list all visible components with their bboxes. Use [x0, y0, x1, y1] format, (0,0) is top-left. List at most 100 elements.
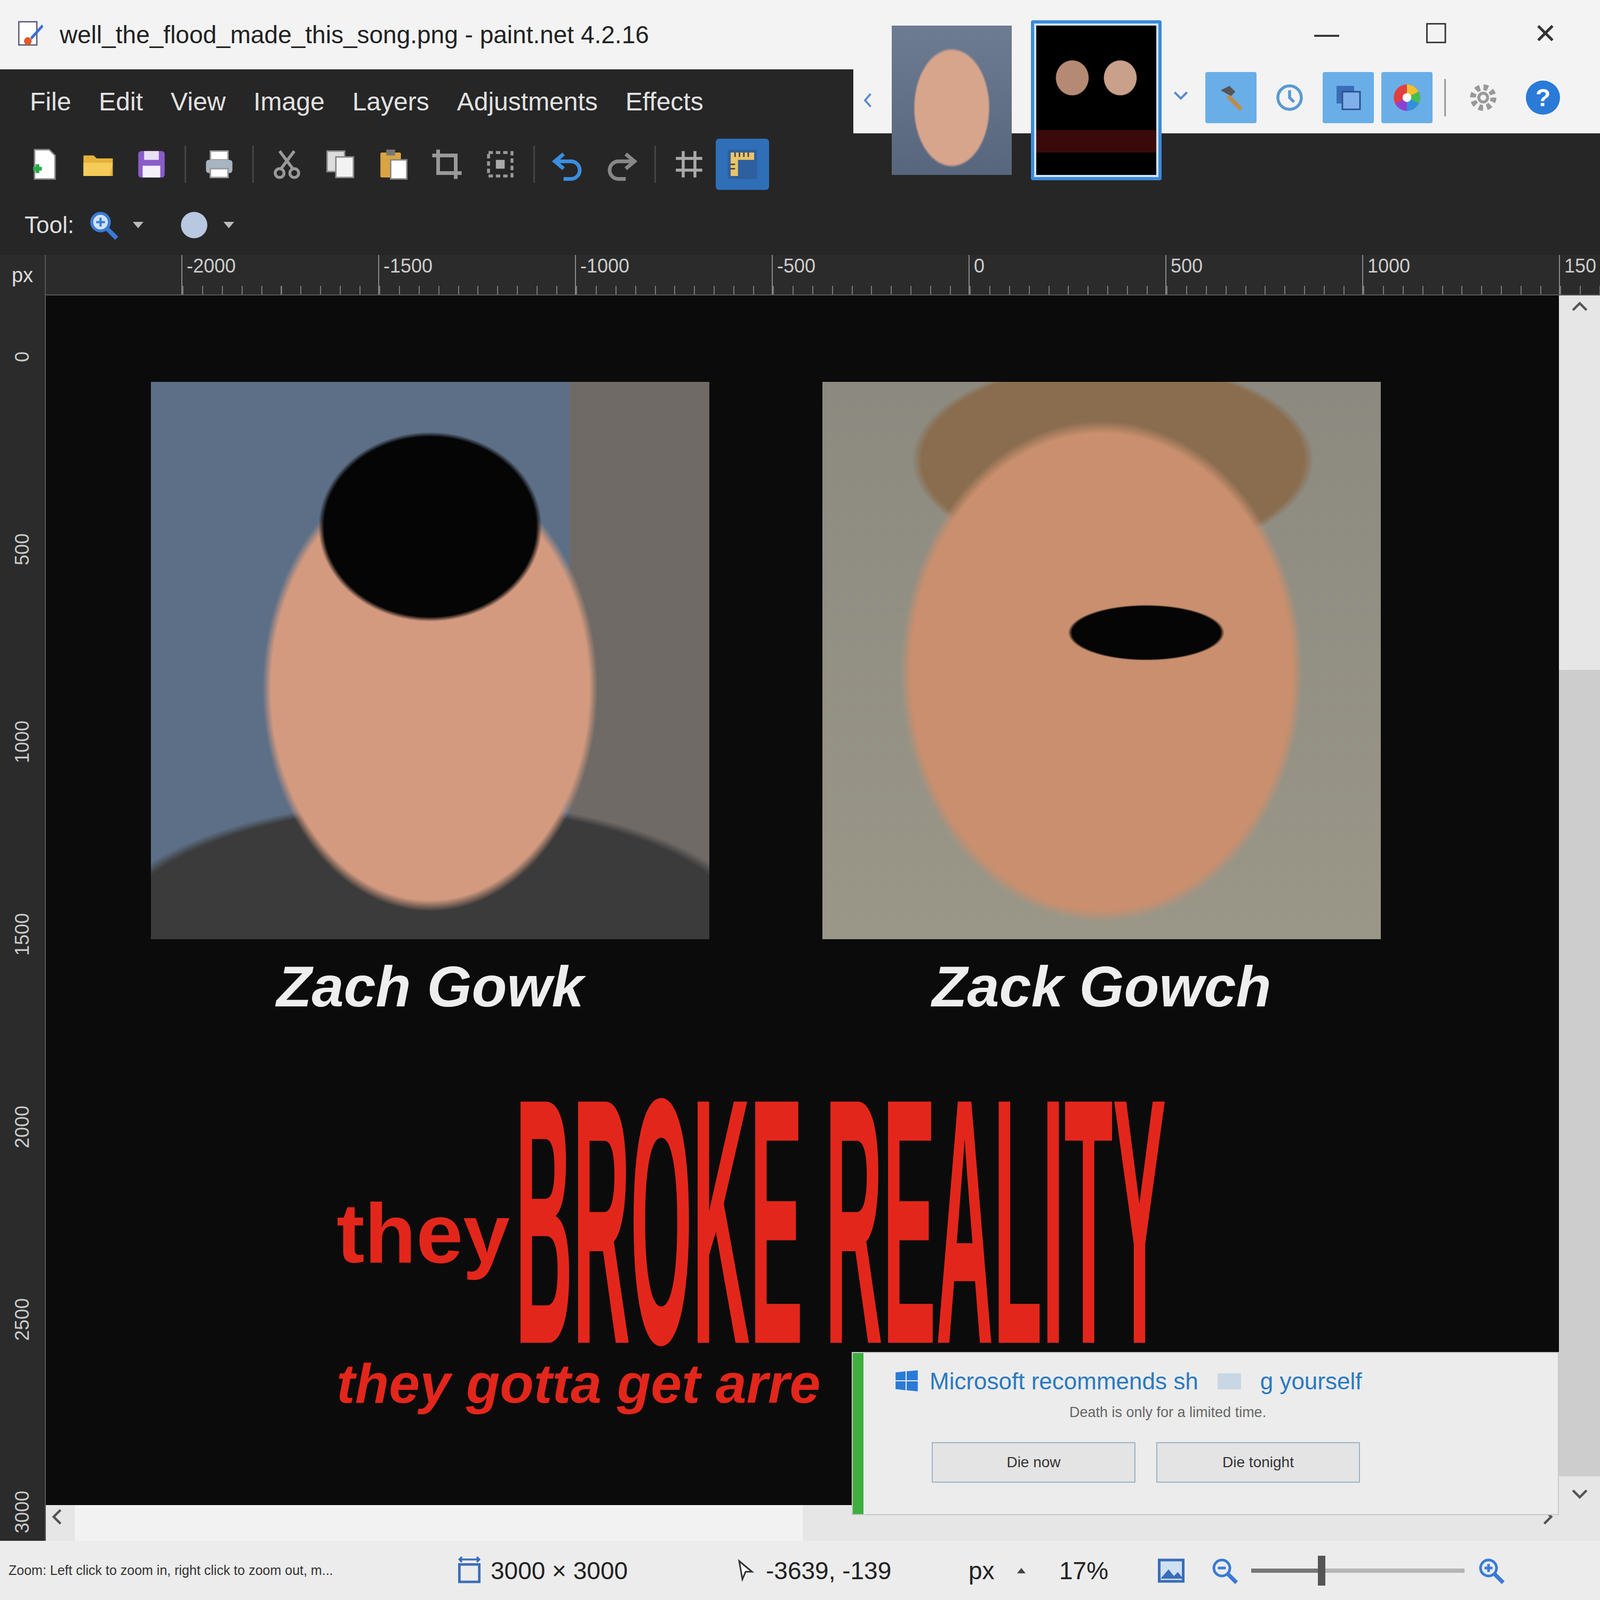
toast-button[interactable]: Die tonight: [1156, 1442, 1360, 1483]
portrait-caption: Zach Gowk: [276, 952, 584, 1022]
save-icon: [133, 146, 170, 182]
image-tab[interactable]: [1030, 20, 1162, 181]
ruler-cell: 0: [0, 295, 45, 454]
zoom-slider[interactable]: [1251, 1568, 1465, 1573]
print-button[interactable]: [192, 138, 246, 190]
menu-item[interactable]: Effects: [611, 82, 718, 121]
colors-window-toggle[interactable]: [1381, 72, 1433, 124]
open-button[interactable]: [71, 138, 125, 190]
cursor-position: -3639, -139: [733, 1556, 969, 1586]
ruler-strip: -2000-1500-1000-50005001000150: [45, 254, 1600, 296]
rulers-button[interactable]: [715, 138, 770, 190]
scroll-up-icon[interactable]: [1568, 295, 1592, 319]
toast-title-start: Microsoft recommends sh: [929, 1368, 1199, 1395]
zoom-slider-fill: [1251, 1568, 1322, 1573]
scroll-down-icon[interactable]: [1568, 1481, 1592, 1506]
menu-item[interactable]: Edit: [84, 82, 157, 121]
ruler-label: 2000: [11, 1105, 34, 1149]
ruler-label: 1500: [11, 913, 34, 956]
toast-title: Microsoft recommends shg yourself: [893, 1368, 1558, 1395]
layers-window-toggle[interactable]: [1322, 72, 1374, 124]
redo-icon: [603, 146, 639, 182]
vertical-ruler: 050010001500200025003000: [0, 295, 46, 1541]
vertical-scrollbar[interactable]: [1558, 295, 1600, 1506]
image-canvas: Zach GowkZack GowchtheyBROKE REALITYthey…: [45, 295, 1559, 1506]
tab-list-chevron-icon[interactable]: [1170, 84, 1192, 106]
menu-item[interactable]: View: [156, 82, 240, 121]
colors-icon: [1389, 80, 1425, 116]
menu-item[interactable]: Adjustments: [443, 82, 612, 121]
cut-button[interactable]: [260, 138, 314, 190]
minimize-button[interactable]: —: [1272, 0, 1382, 67]
units[interactable]: px: [968, 1556, 1060, 1586]
brush-dropdown-icon[interactable]: [223, 221, 235, 229]
zoom-tool-icon[interactable]: [85, 207, 122, 243]
scroll-left-icon[interactable]: [45, 1505, 70, 1529]
help-button[interactable]: ?: [1525, 80, 1560, 115]
zoom-value[interactable]: 17%: [1059, 1556, 1156, 1586]
history-window-toggle[interactable]: [1264, 72, 1316, 124]
header-left: well_the_flood_made_this_song.png - pain…: [0, 0, 854, 255]
menu-bar: FileEditViewImageLayersAdjustmentsEffect…: [0, 69, 854, 134]
tool-dropdown-icon[interactable]: [132, 221, 144, 229]
ruler-cell: 500: [0, 453, 45, 646]
header-right: —☐✕?: [853, 0, 1600, 255]
toast-body: Microsoft recommends shg yourselfDeath i…: [863, 1353, 1558, 1515]
new-button[interactable]: [18, 138, 72, 190]
menu-item[interactable]: File: [16, 82, 85, 121]
horizontal-ruler: px-2000-1500-1000-50005001000150: [0, 254, 1600, 296]
save-button[interactable]: [124, 138, 179, 190]
zoom-out-icon[interactable]: [1208, 1554, 1241, 1587]
menu-item[interactable]: Image: [239, 82, 339, 121]
zoom-slider-thumb[interactable]: [1317, 1555, 1326, 1586]
close-button[interactable]: ✕: [1490, 0, 1600, 67]
tool-label: Tool:: [24, 211, 75, 239]
ruler-cell: 1500: [0, 838, 45, 1031]
scrollbar-thumb[interactable]: [1558, 669, 1600, 1477]
open-icon: [80, 146, 116, 182]
brush-size-icon[interactable]: [176, 207, 212, 243]
image-size-icon: [454, 1555, 485, 1586]
copy-button[interactable]: [313, 138, 367, 190]
tools-window-toggle[interactable]: [1205, 72, 1257, 124]
undo-button[interactable]: [541, 138, 595, 190]
image-tab[interactable]: [886, 20, 1018, 181]
ruler-cell: 3000: [0, 1416, 45, 1541]
new-icon: [27, 146, 63, 182]
toolbar-separator: [533, 145, 535, 183]
toast-notification[interactable]: Microsoft recommends shg yourselfDeath i…: [851, 1352, 1559, 1516]
zoom-text: 17%: [1059, 1556, 1109, 1586]
image-thumbnail: [1036, 25, 1157, 175]
layers-icon: [1330, 80, 1366, 116]
ruler-label: 150: [1558, 254, 1600, 295]
ruler-label: -1000: [574, 254, 772, 295]
rulers-icon: [724, 146, 760, 182]
menu-item[interactable]: Layers: [338, 82, 444, 121]
header: well_the_flood_made_this_song.png - pain…: [0, 0, 1600, 255]
status-bar: Zoom: Left click to zoom in, right click…: [0, 1540, 1600, 1600]
toast-button[interactable]: Die now: [931, 1442, 1136, 1483]
redo-button[interactable]: [594, 138, 648, 190]
ruler-label: -1500: [378, 254, 575, 295]
settings-button[interactable]: [1457, 72, 1509, 124]
paste-button[interactable]: [366, 138, 421, 190]
toast-buttons: Die now Die tonight: [893, 1442, 1558, 1483]
copy-icon: [322, 146, 358, 182]
headline: BROKE REALITY: [515, 1093, 1166, 1350]
window-title: well_the_flood_made_this_song.png - pain…: [59, 20, 650, 50]
grid-button[interactable]: [662, 138, 716, 190]
crop-button[interactable]: [420, 138, 474, 190]
unit-text: px: [968, 1556, 995, 1586]
deselect-button[interactable]: [473, 138, 527, 190]
ruler-label: 2500: [11, 1298, 34, 1341]
windows-logo-icon: [893, 1368, 920, 1395]
zoom-to-window-icon[interactable]: [1155, 1554, 1188, 1587]
image-size-text: 3000 × 3000: [490, 1556, 628, 1586]
maximize-button[interactable]: ☐: [1381, 0, 1491, 67]
zoom-in-icon[interactable]: [1475, 1554, 1508, 1587]
scrollbar-thumb[interactable]: [74, 1505, 803, 1541]
portrait: Zack Gowch: [822, 381, 1381, 1022]
image-thumbnail: [891, 25, 1012, 175]
unit-dropdown-icon[interactable]: [1017, 1568, 1026, 1574]
scroll-left-icon[interactable]: [858, 84, 878, 117]
